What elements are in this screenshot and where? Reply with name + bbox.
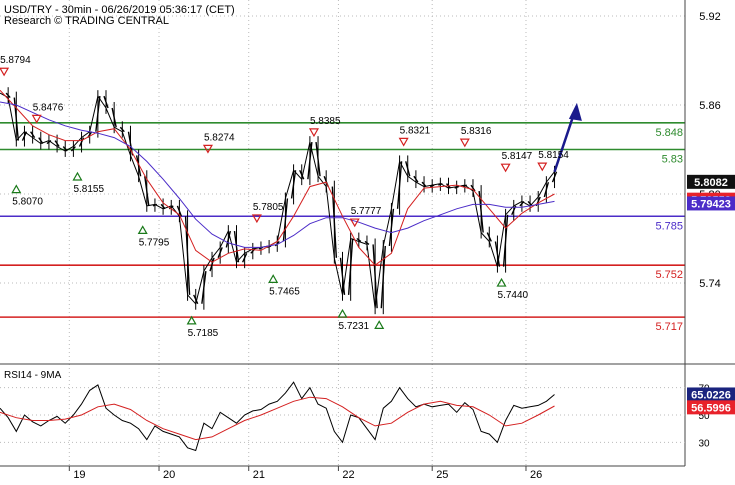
ma-slow-badge: 5.79423	[691, 198, 731, 210]
chart-svg: 5.8485.835.7855.7525.717 5.87945.84765.8…	[0, 0, 735, 481]
swing-high-label: 5.8476	[33, 102, 64, 113]
swing-high-label: 5.7777	[351, 206, 382, 217]
swing-high-label: 5.8316	[461, 126, 492, 137]
swing-low-label: 5.7440	[498, 290, 529, 301]
projection-arrow-head	[568, 102, 582, 121]
swing-high-label: 5.8147	[502, 151, 533, 162]
swing-low-label: 5.7231	[339, 321, 370, 332]
ma-slow-line	[0, 101, 555, 248]
rsi-ma-line	[0, 396, 555, 441]
swing-high-label: 5.8321	[400, 125, 431, 136]
swing-layer: 5.8794 5.8476 5.8070 5.8155 5.7795 5.7185 5.82…	[0, 55, 569, 339]
axis-layer: 5.925.865.805.741920212225265.795585.794…	[0, 0, 735, 481]
swing-high-marker	[398, 137, 409, 147]
level-label: 5.717	[655, 321, 683, 333]
swing-high-marker	[500, 163, 511, 173]
swing-high-label: 5.8794	[0, 55, 31, 66]
price-tick-label: 5.86	[699, 100, 720, 112]
swing-high-marker	[459, 138, 470, 148]
x-tick-label: 26	[530, 469, 542, 480]
level-label: 5.848	[655, 127, 683, 139]
swing-low-marker	[268, 274, 279, 283]
swing-low-label: 5.7465	[269, 286, 300, 297]
swing-low-marker	[11, 184, 22, 194]
rsi-value-badge: 65.0226	[691, 389, 731, 401]
level-label: 5.752	[655, 269, 683, 281]
x-tick-label: 20	[163, 469, 175, 480]
swing-high-marker	[0, 67, 10, 77]
rsi-ma-badge: 56.5996	[691, 402, 731, 414]
swing-high-label: 5.7805	[253, 202, 284, 213]
rsi-title: RSI14 - 9MA	[4, 370, 62, 381]
swing-high-marker	[537, 162, 548, 172]
x-tick-label: 25	[436, 469, 448, 480]
current-price-badge: 5.8082	[694, 177, 728, 189]
swing-low-marker	[72, 171, 83, 181]
swing-high-marker	[308, 128, 319, 138]
chart-subtitle: Research © TRADING CENTRAL	[4, 15, 169, 27]
price-tick-label: 5.74	[699, 278, 720, 290]
swing-low-marker	[374, 320, 385, 329]
grid-layer	[0, 0, 685, 466]
swing-low-marker	[337, 308, 348, 318]
price-tick-label: 5.92	[699, 11, 720, 23]
level-label: 5.785	[655, 220, 683, 232]
swing-high-marker	[349, 218, 360, 228]
swing-low-label: 5.8070	[12, 197, 43, 208]
x-tick-label: 19	[73, 469, 85, 480]
swing-low-marker	[186, 315, 197, 325]
swing-high-marker	[31, 114, 42, 124]
x-tick-label: 21	[253, 469, 265, 480]
rsi-layer: RSI14 - 9MA70503065.022656.5996	[0, 370, 735, 452]
rsi-tick-label: 30	[698, 438, 710, 449]
levels-layer: 5.848 5.83 5.785 5.752 5.717	[0, 122, 685, 333]
rsi-line	[0, 381, 555, 452]
series-layer	[0, 87, 582, 315]
swing-high-label: 5.8154	[538, 150, 569, 161]
chart-root: 5.848 5.83 5.785 5.752 5.717 5.8794 5.8476 5.8…	[0, 0, 735, 485]
swing-low-label: 5.7795	[139, 237, 170, 248]
swing-high-label: 5.8274	[204, 132, 235, 143]
x-tick-label: 22	[342, 469, 354, 480]
swing-low-label: 5.7185	[188, 328, 219, 339]
projection-arrow-shaft	[553, 110, 577, 173]
swing-low-marker	[137, 225, 148, 235]
level-label: 5.83	[662, 154, 683, 166]
swing-high-label: 5.8385	[310, 116, 341, 127]
swing-low-label: 5.8155	[73, 184, 104, 195]
